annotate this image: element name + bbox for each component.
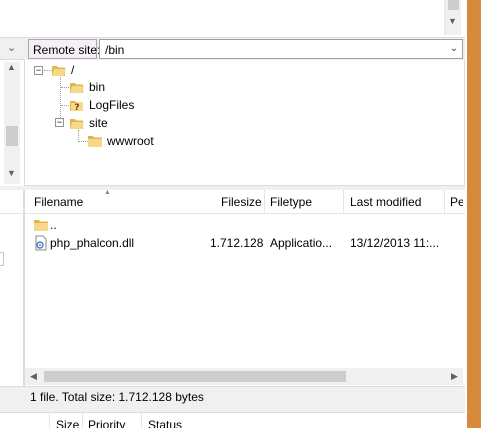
chevron-down-icon[interactable]: ⌄ (7, 41, 16, 54)
scroll-left-arrow-icon[interactable]: ◀ (30, 371, 37, 382)
file-list-hscrollbar[interactable]: ◀ ▶ (25, 368, 463, 385)
local-file-list[interactable] (0, 190, 24, 408)
tree-item-logfiles[interactable]: ? LogFiles (69, 96, 134, 114)
column-separator[interactable] (444, 190, 445, 214)
tree-item-root[interactable]: / (51, 61, 74, 79)
scroll-up-arrow-icon[interactable]: ▲ (7, 62, 16, 72)
remote-site-label: Remote site: (28, 39, 100, 59)
collapse-toggle-icon[interactable]: − (55, 118, 64, 127)
column-filename[interactable]: Filename (34, 195, 83, 209)
column-separator[interactable] (82, 412, 83, 428)
queue-column-status[interactable]: Status (148, 418, 182, 428)
queue-column-size[interactable]: Size (56, 418, 79, 428)
scroll-right-arrow-icon[interactable]: ▶ (451, 371, 458, 382)
tree-item-label: / (71, 63, 75, 77)
open-folder-icon (52, 66, 66, 76)
table-row[interactable]: .. (25, 216, 465, 234)
local-site-bar: ⌄ (0, 38, 24, 60)
column-filesize[interactable]: Filesize (221, 195, 262, 209)
queue-column-priority[interactable]: Priority (88, 418, 125, 428)
dll-file-icon (35, 235, 47, 251)
column-last-modified[interactable]: Last modified (350, 195, 421, 209)
tree-item-wwwroot[interactable]: wwwroot (87, 132, 154, 150)
sort-ascending-icon: ▲ (104, 189, 111, 196)
open-folder-icon (70, 119, 84, 129)
cell-filename: .. (50, 218, 57, 232)
tree-item-label: wwwroot (107, 134, 154, 148)
top-scroll-thumb[interactable] (448, 0, 459, 10)
table-row[interactable]: php_phalcon.dll 1.712.128 Applicatio... … (25, 234, 465, 252)
column-separator[interactable] (264, 190, 265, 214)
tree-item-label: bin (89, 80, 106, 94)
tree-item-label: site (89, 116, 108, 130)
folder-icon (88, 136, 102, 147)
scroll-down-arrow-icon[interactable]: ▼ (448, 16, 457, 26)
local-list-header (0, 190, 24, 214)
cell-filetype: Applicatio... (270, 236, 333, 250)
svg-text:?: ? (74, 103, 79, 113)
column-permissions[interactable]: Pe (450, 195, 463, 209)
open-folder-icon (70, 83, 84, 93)
column-separator[interactable] (141, 412, 142, 428)
column-separator[interactable] (49, 412, 50, 428)
chevron-down-icon[interactable]: ⌄ (447, 41, 461, 57)
column-separator[interactable] (343, 190, 344, 214)
background-window-edge (467, 0, 481, 428)
top-pane-remnant (0, 0, 465, 38)
status-text: 1 file. Total size: 1.712.128 bytes (30, 390, 204, 404)
tree-item-site[interactable]: site (69, 114, 108, 132)
tree-item-label: LogFiles (89, 98, 135, 112)
cell-filename: php_phalcon.dll (50, 236, 135, 250)
remote-path-input[interactable]: /bin (99, 39, 463, 59)
cell-last-modified: 13/12/2013 11:... (350, 236, 438, 250)
tree-item-bin[interactable]: bin (69, 78, 106, 96)
hscroll-thumb[interactable] (44, 371, 346, 382)
local-list-edge (0, 252, 4, 266)
column-filetype[interactable]: Filetype (270, 195, 312, 209)
collapse-toggle-icon[interactable]: − (34, 66, 43, 75)
folder-icon (34, 220, 48, 231)
local-tree-scrollbar[interactable]: ▲ ▼ (4, 62, 20, 184)
local-status-bar (0, 386, 24, 408)
local-tree-scroll-thumb[interactable] (6, 126, 18, 146)
cell-filesize: 1.712.128 (210, 236, 264, 250)
top-scrollbar[interactable]: ▼ (444, 0, 461, 35)
scroll-down-arrow-icon[interactable]: ▼ (7, 168, 16, 178)
unknown-folder-icon: ? (70, 101, 83, 113)
